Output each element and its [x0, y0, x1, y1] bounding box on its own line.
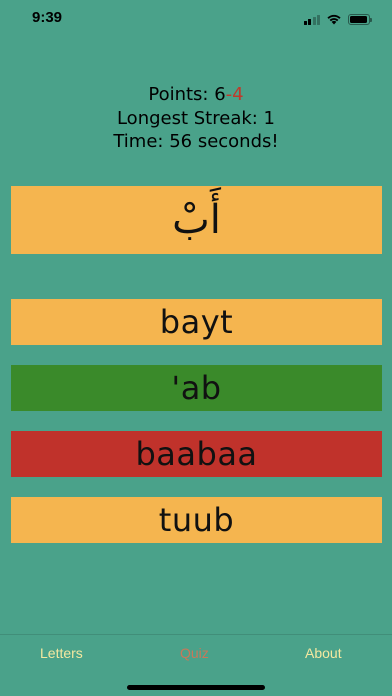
status-time: 9:39	[32, 9, 63, 26]
tab-quiz[interactable]: Quiz	[180, 645, 209, 661]
time-elapsed: Time: 56 seconds!	[113, 131, 279, 152]
score-panel: Points: 6-4 Longest Streak: 1 Time: 56 s…	[0, 83, 392, 154]
answer-option-4[interactable]: tuub	[11, 497, 382, 543]
wifi-icon	[327, 14, 341, 25]
tab-letters[interactable]: Letters	[40, 645, 83, 661]
question-letter: أَبْ	[172, 197, 221, 243]
answer-label: bayt	[159, 303, 234, 341]
points-wrong: 4	[232, 84, 244, 105]
answer-option-3[interactable]: baabaa	[11, 431, 382, 477]
answer-label: 'ab	[171, 369, 222, 407]
answer-label: baabaa	[135, 435, 258, 473]
home-indicator[interactable]	[127, 685, 265, 690]
tab-about[interactable]: About	[305, 645, 342, 661]
question-card: أَبْ	[11, 186, 382, 254]
status-bar: 9:39	[0, 0, 392, 40]
status-icons	[303, 11, 372, 25]
answer-option-1[interactable]: bayt	[11, 299, 382, 345]
longest-streak: Longest Streak: 1	[116, 107, 276, 129]
answer-option-2[interactable]: 'ab	[11, 365, 382, 411]
answer-label: tuub	[158, 501, 235, 539]
signal-icon	[303, 14, 320, 25]
points-line: Points: 6-4	[0, 83, 392, 107]
battery-icon	[348, 14, 372, 25]
points-label: Points:	[148, 84, 215, 105]
points-correct: 6	[214, 84, 226, 105]
